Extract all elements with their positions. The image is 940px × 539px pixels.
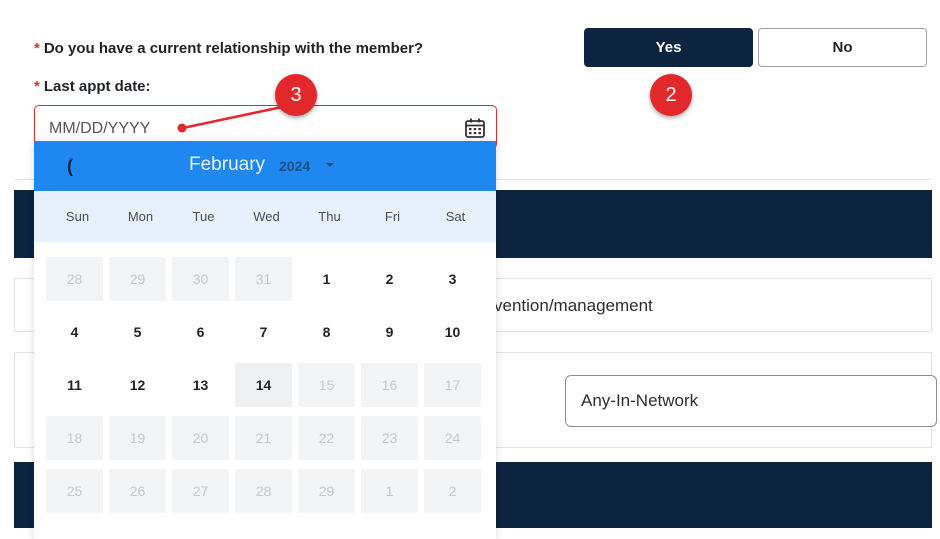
prevention-row-text: vention/management: [494, 296, 653, 315]
relationship-question-text: Do you have a current relationship with …: [43, 40, 424, 57]
calendar-day[interactable]: 3: [424, 257, 481, 301]
calendar-day: 2: [424, 469, 481, 513]
date-picker-popup: ( February 2024 Sun Mon Tue Wed Thu Fri …: [34, 141, 496, 539]
weekday-label: Tue: [192, 209, 215, 224]
calendar-day: 20: [172, 416, 229, 460]
no-button[interactable]: No: [758, 28, 927, 67]
calendar-day: 26: [109, 469, 166, 513]
calendar-day-today[interactable]: 14: [235, 363, 292, 407]
calendar-day: 30: [172, 257, 229, 301]
calendar-day-grid: 28 29 30 31 1 2 3 4 5 6 7 8 9 10 11 12 13 14 15 16 17 18 19 20 2…: [46, 257, 487, 513]
weekday-label: Thu: [318, 209, 341, 224]
calendar-day: 29: [109, 257, 166, 301]
calendar-day: 17: [424, 363, 481, 407]
calendar-day[interactable]: 7: [235, 310, 292, 354]
calendar-day[interactable]: 1: [298, 257, 355, 301]
calendar-day[interactable]: 9: [361, 310, 418, 354]
step-3-badge: 3: [275, 74, 317, 116]
calendar-day[interactable]: 8: [298, 310, 355, 354]
calendar-day: 16: [361, 363, 418, 407]
calendar-day: 19: [109, 416, 166, 460]
calendar-day: 31: [235, 257, 292, 301]
relationship-question: * Do you have a current relationship with…: [34, 40, 423, 57]
step-2-badge: 2: [650, 74, 692, 116]
calendar-day[interactable]: 11: [46, 363, 103, 407]
chevron-down-icon[interactable]: [326, 163, 334, 167]
calendar-icon[interactable]: [464, 117, 486, 139]
calendar-day: 25: [46, 469, 103, 513]
network-select-value: Any-In-Network: [581, 391, 699, 410]
calendar-day: 28: [46, 257, 103, 301]
calendar-day[interactable]: 12: [109, 363, 166, 407]
calendar-day: 15: [298, 363, 355, 407]
calendar-day[interactable]: 2: [361, 257, 418, 301]
weekday-label: Wed: [253, 209, 280, 224]
calendar-day[interactable]: 10: [424, 310, 481, 354]
weekday-label: Sat: [445, 209, 466, 224]
calendar-day: 21: [235, 416, 292, 460]
calendar-day: 29: [298, 469, 355, 513]
calendar-day: 1: [361, 469, 418, 513]
last-appt-label: * Last appt date:: [34, 78, 151, 95]
weekday-label: Mon: [127, 209, 154, 224]
required-marker: *: [34, 78, 40, 95]
calendar-day: 18: [46, 416, 103, 460]
yes-button[interactable]: Yes: [584, 28, 753, 67]
calendar-day: 27: [172, 469, 229, 513]
calendar-day[interactable]: 4: [46, 310, 103, 354]
weekday-label: Fri: [384, 209, 401, 224]
required-marker: *: [34, 40, 40, 57]
last-appt-date-input[interactable]: [49, 118, 449, 140]
calendar-header: ( February 2024: [34, 141, 496, 191]
weekday-header: Sun Mon Tue Wed Thu Fri Sat: [34, 191, 496, 242]
calendar-month: February: [189, 154, 266, 175]
calendar-day: 23: [361, 416, 418, 460]
calendar-day: 24: [424, 416, 481, 460]
last-appt-label-text: Last appt date:: [43, 78, 151, 95]
calendar-year-dropdown[interactable]: 2024: [279, 158, 310, 174]
prev-month-button[interactable]: (: [60, 153, 80, 179]
network-select[interactable]: Any-In-Network: [565, 375, 937, 427]
calendar-day: 22: [298, 416, 355, 460]
calendar-day[interactable]: 13: [172, 363, 229, 407]
calendar-day[interactable]: 5: [109, 310, 166, 354]
calendar-day: 28: [235, 469, 292, 513]
weekday-label: Sun: [65, 209, 90, 224]
calendar-day[interactable]: 6: [172, 310, 229, 354]
